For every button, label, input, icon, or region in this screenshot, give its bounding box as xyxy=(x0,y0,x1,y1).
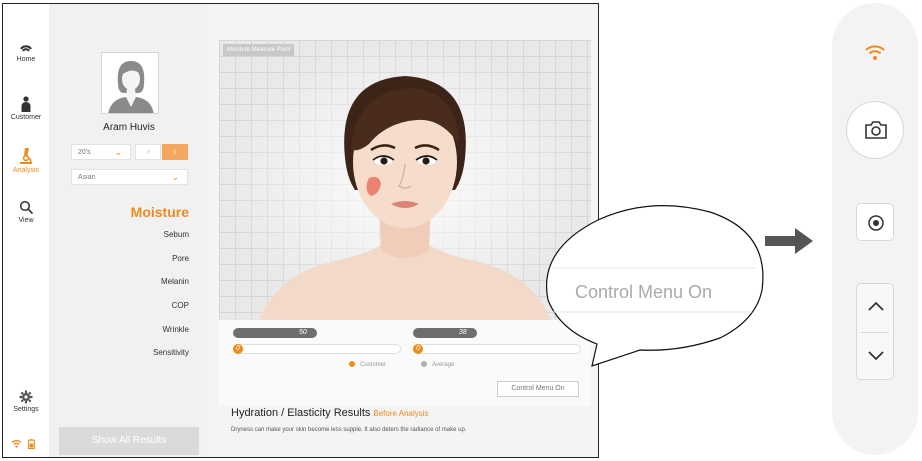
metric-moisture[interactable]: Moisture xyxy=(131,204,189,220)
legend-customer-dot xyxy=(349,361,355,367)
search-icon xyxy=(19,200,33,215)
metric-melanin[interactable]: Melanin xyxy=(161,277,189,286)
nav-label-settings: Settings xyxy=(13,406,39,413)
legend-customer: Customer xyxy=(349,361,386,368)
results-subtitle: Before Analysis xyxy=(373,409,429,418)
zoom-stepper xyxy=(856,283,894,380)
ethnicity-select[interactable]: Asian ⌄ xyxy=(71,169,188,185)
microscope-icon xyxy=(20,148,32,164)
male-icon: ♂ xyxy=(144,147,152,157)
stepper-divider xyxy=(861,332,889,333)
wifi-icon xyxy=(865,45,885,60)
nav-label-home: Home xyxy=(16,56,36,63)
legend-customer-label: Customer xyxy=(360,362,387,368)
customer-name: Aram Huvis xyxy=(103,122,155,133)
nav-item-home[interactable]: Home xyxy=(3,42,49,63)
ethnicity-value: Asian xyxy=(78,174,96,181)
chevron-down-icon: ⌄ xyxy=(114,147,122,157)
chevron-down-icon[interactable] xyxy=(867,350,885,362)
camera-button[interactable] xyxy=(846,101,904,159)
results-title-text: Hydration / Elasticity Results xyxy=(231,407,371,419)
results-title: Hydration / Elasticity Results Before Ana… xyxy=(231,407,429,419)
results-description: Dryness can make your skin become less s… xyxy=(231,427,467,433)
show-all-results-button[interactable]: Show All Results xyxy=(59,427,199,455)
main-content: Moisture Measure Point 50 0 38 0 Custome… xyxy=(209,4,598,457)
control-menu-on-button[interactable]: Control Menu On xyxy=(497,381,579,397)
customer-value-right: 0 xyxy=(413,344,423,354)
metric-sensitivity[interactable]: Sensitivity xyxy=(153,348,189,357)
nav-label-view: View xyxy=(18,217,34,224)
nav-item-analysis[interactable]: Analysis xyxy=(3,147,49,174)
callout-zoom-text: Control Menu On xyxy=(575,282,713,302)
average-bar-left: 50 xyxy=(233,328,401,338)
results-bars: 50 0 38 0 Customer Average Control Menu … xyxy=(219,320,591,406)
nav-label-customer: Customer xyxy=(10,114,42,121)
face-measure-panel: Moisture Measure Point xyxy=(219,40,591,320)
legend-average-dot xyxy=(421,361,427,367)
control-rail xyxy=(832,3,918,455)
age-group-value: 20's xyxy=(78,149,91,156)
gear-icon xyxy=(19,390,33,404)
nav-label-analysis: Analysis xyxy=(12,167,40,174)
average-bar-left-value: 50 xyxy=(299,329,307,336)
average-bar-right: 38 xyxy=(413,328,581,338)
right-arrow-icon xyxy=(765,228,813,254)
battery-icon xyxy=(28,439,35,449)
female-icon: ♀ xyxy=(171,147,179,157)
metric-wrinkle[interactable]: Wrinkle xyxy=(162,325,189,334)
average-bar-right-value: 38 xyxy=(458,329,467,336)
camera-icon xyxy=(865,121,887,139)
chevron-up-icon[interactable] xyxy=(867,300,885,312)
avatar xyxy=(101,52,159,114)
customer-value-left: 0 xyxy=(233,344,243,354)
wifi-status-icon xyxy=(11,440,22,448)
nav-item-customer[interactable]: Customer xyxy=(3,96,49,121)
customer-bar-left xyxy=(233,344,401,354)
customer-bar-right xyxy=(413,344,581,354)
nav-item-settings[interactable]: Settings xyxy=(3,390,49,413)
legend-average: Average xyxy=(421,361,454,368)
gender-female-toggle[interactable]: ♀ xyxy=(162,144,188,160)
home-icon xyxy=(20,45,32,52)
legend-average-label: Average xyxy=(432,362,455,368)
customer-icon xyxy=(21,96,31,112)
metric-pore[interactable]: Pore xyxy=(172,254,189,263)
nav-item-view[interactable]: View xyxy=(3,200,49,224)
avatar-silhouette-icon xyxy=(108,61,154,113)
profile-panel: Aram Huvis 20's ⌄ ♂ ♀ Asian ⌄ Moisture S… xyxy=(49,4,209,457)
status-icons xyxy=(11,439,35,449)
metric-sebum[interactable]: Sebum xyxy=(164,230,189,239)
gender-male-toggle[interactable]: ♂ xyxy=(135,144,161,160)
age-group-select[interactable]: 20's ⌄ xyxy=(71,144,131,160)
face-illustration xyxy=(259,76,551,320)
record-button[interactable] xyxy=(856,203,894,241)
metric-cop[interactable]: COP xyxy=(172,301,189,310)
average-bar-right-fill xyxy=(413,328,477,338)
chevron-down-icon: ⌄ xyxy=(171,172,179,182)
record-icon xyxy=(868,215,884,231)
tablet-screen: Home Customer Analysis View Settings Ara… xyxy=(2,3,599,458)
nav-rail: Home Customer Analysis View Settings xyxy=(3,4,50,457)
